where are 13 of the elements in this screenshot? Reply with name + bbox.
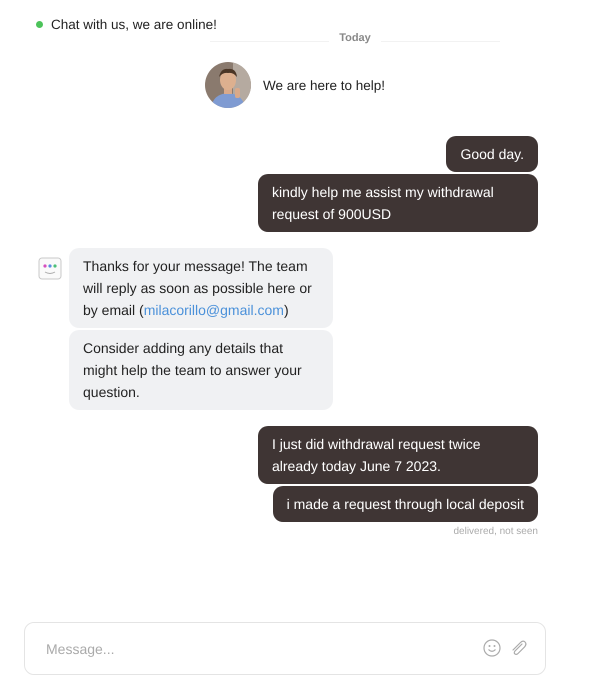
chat-status-text: Chat with us, we are online! xyxy=(51,16,217,32)
message-input[interactable]: Message... xyxy=(24,622,546,675)
sent-message: i made a request through local deposit xyxy=(272,486,538,522)
bot-message: Consider adding any details that might help the team to answer your question. xyxy=(69,330,333,410)
sent-message: I just did withdrawal request twice already today June 7 2023. xyxy=(258,426,538,484)
agent-greeting: We are here to help! xyxy=(262,78,386,92)
delivery-status: delivered, not seen xyxy=(453,526,538,537)
email-link[interactable]: milacorillo@gmail.com xyxy=(144,302,284,318)
bot-message: Thanks for your message! The team will reply as soon as possible here or by email (milacorillo@gmail.com) xyxy=(69,248,333,328)
sent-message: Good day. xyxy=(446,136,538,172)
smiley-icon[interactable] xyxy=(482,638,502,658)
sent-message: kindly help me assist my withdrawal request of 900USD xyxy=(258,174,538,232)
date-divider-label: Today xyxy=(339,33,371,43)
